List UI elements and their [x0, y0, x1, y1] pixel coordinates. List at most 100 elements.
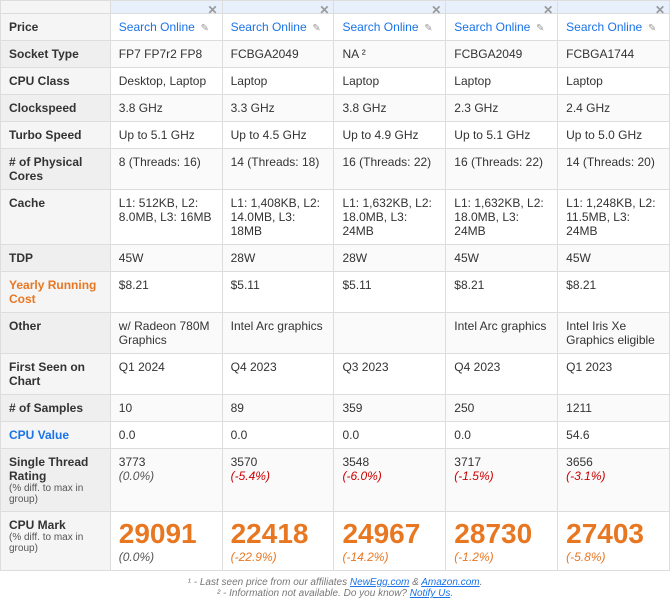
row-value: 54.6: [558, 422, 670, 449]
row-value: L1: 1,408KB, L2: 14.0MB, L3: 18MB: [222, 190, 334, 245]
edit-icon[interactable]: ✎: [310, 23, 321, 34]
row-label: Turbo Speed: [1, 122, 111, 149]
row-label: CPU Mark(% diff. to max in group): [1, 512, 111, 571]
footer-line2: ² - Information not available. Do you kn…: [6, 588, 664, 599]
table-row: Yearly Running Cost$8.21$5.11$5.11$8.21$…: [1, 272, 670, 313]
row-value: Laptop: [222, 68, 334, 95]
row-value: Laptop: [558, 68, 670, 95]
label-header: [1, 1, 111, 14]
edit-icon[interactable]: ✎: [198, 23, 209, 34]
row-label: Other: [1, 313, 111, 354]
remove-intel13700h-btn[interactable]: ✕: [655, 3, 665, 17]
row-value: 29091(0.0%): [110, 512, 222, 571]
row-label: Single Thread Rating(% diff. to max in g…: [1, 449, 111, 512]
row-value: 89: [222, 395, 334, 422]
row-value: $5.11: [222, 272, 334, 313]
row-value: w/ Radeon 780M Graphics: [110, 313, 222, 354]
yearly-cost-label: Yearly Running Cost: [9, 278, 96, 306]
row-value: Search Online ✎: [558, 14, 670, 41]
table-row: Socket TypeFP7 FP7r2 FP8FCBGA2049NA ²FCB…: [1, 41, 670, 68]
row-value: FCBGA1744: [558, 41, 670, 68]
row-value: 3548(-6.0%): [334, 449, 446, 512]
row-label: Clockspeed: [1, 95, 111, 122]
row-value: 3570(-5.4%): [222, 449, 334, 512]
row-value: $8.21: [558, 272, 670, 313]
row-value: 359: [334, 395, 446, 422]
row-sublabel: (% diff. to max in group): [9, 532, 102, 554]
row-value: 2.4 GHz: [558, 95, 670, 122]
row-value: 45W: [558, 245, 670, 272]
cpu-mark-value: 24967: [342, 518, 437, 550]
row-value: 22418(-22.9%): [222, 512, 334, 571]
search-online-link[interactable]: Search Online: [119, 20, 195, 34]
remove-amd-btn[interactable]: ✕: [208, 3, 218, 17]
diff-value: (-3.1%): [566, 469, 661, 483]
row-label: # of Samples: [1, 395, 111, 422]
diff-value: (0.0%): [119, 550, 214, 564]
edit-icon[interactable]: ✎: [645, 23, 656, 34]
row-value: L1: 512KB, L2: 8.0MB, L3: 16MB: [110, 190, 222, 245]
table-row: CPU Value0.00.00.00.054.6: [1, 422, 670, 449]
row-value: FP7 FP7r2 FP8: [110, 41, 222, 68]
notify-link[interactable]: Notify Us: [410, 588, 451, 599]
table-row: CacheL1: 512KB, L2: 8.0MB, L3: 16MBL1: 1…: [1, 190, 670, 245]
row-value: Up to 4.9 GHz: [334, 122, 446, 149]
row-value: Q1 2023: [558, 354, 670, 395]
row-value: 3.8 GHz: [110, 95, 222, 122]
row-value: FCBGA2049: [446, 41, 558, 68]
row-value: 14 (Threads: 20): [558, 149, 670, 190]
row-value: L1: 1,632KB, L2: 18.0MB, L3: 24MB: [334, 190, 446, 245]
row-value: 3717(-1.5%): [446, 449, 558, 512]
search-online-link[interactable]: Search Online: [566, 20, 642, 34]
row-value: Intel Iris Xe Graphics eligible: [558, 313, 670, 354]
row-value: Desktop, Laptop: [110, 68, 222, 95]
row-value: Q1 2024: [110, 354, 222, 395]
remove-intel125h-btn[interactable]: ✕: [319, 3, 329, 17]
row-value: Q3 2023: [334, 354, 446, 395]
row-value: 3773(0.0%): [110, 449, 222, 512]
search-online-link[interactable]: Search Online: [342, 20, 418, 34]
row-value: 28W: [334, 245, 446, 272]
row-label: # of Physical Cores: [1, 149, 111, 190]
row-value: Up to 5.1 GHz: [110, 122, 222, 149]
table-row: CPU ClassDesktop, LaptopLaptopLaptopLapt…: [1, 68, 670, 95]
diff-value: (-14.2%): [342, 550, 437, 564]
row-value: Search Online ✎: [222, 14, 334, 41]
search-online-link[interactable]: Search Online: [454, 20, 530, 34]
row-value: 14 (Threads: 18): [222, 149, 334, 190]
row-value: Laptop: [446, 68, 558, 95]
edit-icon[interactable]: ✎: [422, 23, 433, 34]
row-value: 0.0: [110, 422, 222, 449]
table-row: Single Thread Rating(% diff. to max in g…: [1, 449, 670, 512]
row-label: Yearly Running Cost: [1, 272, 111, 313]
row-value: Search Online ✎: [446, 14, 558, 41]
row-value: 0.0: [222, 422, 334, 449]
col-header-intel125h: ✕: [222, 1, 334, 14]
row-label: TDP: [1, 245, 111, 272]
row-value: Q4 2023: [446, 354, 558, 395]
row-label: Price: [1, 14, 111, 41]
cpu-mark-value: 22418: [231, 518, 326, 550]
table-row: Otherw/ Radeon 780M Graphics Intel Arc gr…: [1, 313, 670, 354]
table-row: # of Samples10893592501211: [1, 395, 670, 422]
col-header-intel13700h: ✕: [558, 1, 670, 14]
row-value: [334, 313, 446, 354]
row-value: Laptop: [334, 68, 446, 95]
cpu-mark-value: 29091: [119, 518, 214, 550]
row-value: Up to 4.5 GHz: [222, 122, 334, 149]
row-value: 2.3 GHz: [446, 95, 558, 122]
col-header-intel155h: ✕: [334, 1, 446, 14]
search-online-link[interactable]: Search Online: [231, 20, 307, 34]
diff-value: (0.0%): [119, 469, 214, 483]
row-label: Cache: [1, 190, 111, 245]
row-value: Intel Arc graphics: [446, 313, 558, 354]
diff-value: (-6.0%): [342, 469, 437, 483]
table-row: PriceSearch Online ✎Search Online ✎Searc…: [1, 14, 670, 41]
remove-intel155h-btn[interactable]: ✕: [431, 3, 441, 17]
remove-intel185h-btn[interactable]: ✕: [543, 3, 553, 17]
row-value: L1: 1,248KB, L2: 11.5MB, L3: 24MB: [558, 190, 670, 245]
table-row: Clockspeed3.8 GHz3.3 GHz3.8 GHz2.3 GHz2.…: [1, 95, 670, 122]
row-sublabel: (% diff. to max in group): [9, 483, 102, 505]
footer: ¹ - Last seen price from our affiliates …: [0, 571, 670, 605]
edit-icon[interactable]: ✎: [533, 23, 544, 34]
